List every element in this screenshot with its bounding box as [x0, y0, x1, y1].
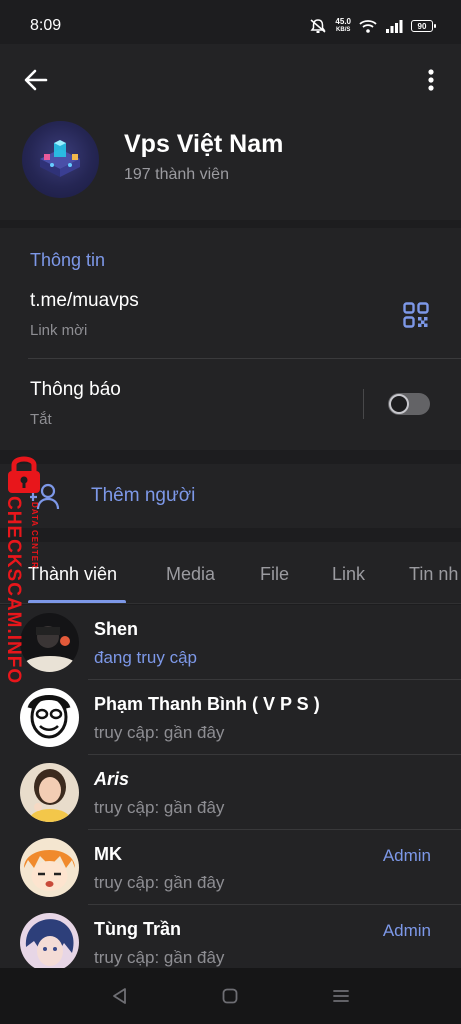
group-header: Vps Việt Nam 197 thành viên	[0, 44, 461, 220]
nav-menu-icon	[333, 990, 349, 1002]
member-name: Shen	[94, 619, 139, 639]
admin-badge: Admin	[382, 846, 431, 865]
invite-link[interactable]: t.me/muavps	[30, 290, 139, 312]
info-section: Thông tin t.me/muavps Link mời Thông báo…	[0, 228, 461, 450]
tab-media[interactable]: Media	[166, 564, 215, 585]
group-member-count: 197 thành viên	[124, 166, 229, 183]
signal-icon	[386, 20, 403, 33]
member-name: Phạm Thanh Bình ( V P S )	[94, 694, 320, 714]
qr-code-icon	[403, 302, 429, 328]
tab-messages[interactable]: Tin nh	[409, 564, 458, 585]
avatar	[20, 838, 79, 897]
nav-back-icon	[113, 988, 126, 1004]
member-status: truy cập: gần đây	[94, 948, 225, 967]
back-button[interactable]	[20, 64, 52, 96]
watermark-text: CHECKSCAM.INFO	[3, 496, 24, 685]
avatar	[20, 913, 79, 972]
add-member-label: Thêm người	[91, 485, 196, 506]
watermark-subtext: DATA CENTER	[30, 502, 39, 569]
group-avatar-image	[40, 140, 80, 177]
members-list: Shen đang truy cập Phạm Thanh Bình ( V P…	[0, 605, 461, 980]
network-speed: 45.0 KB/S	[335, 18, 351, 34]
avatar-image	[20, 688, 79, 747]
nav-home-icon	[222, 988, 238, 1004]
notifications-separator	[363, 389, 364, 419]
list-item[interactable]: Shen đang truy cập	[0, 605, 461, 680]
avatar-image	[20, 763, 79, 822]
notifications-state: Tắt	[30, 411, 52, 428]
member-name: Tùng Trần	[94, 919, 181, 939]
toggle-knob	[389, 394, 409, 414]
system-navigation-bar	[0, 968, 461, 1024]
add-member-row[interactable]: Thêm người	[0, 464, 461, 528]
info-section-title: Thông tin	[30, 250, 106, 270]
notifications-label: Thông báo	[30, 379, 121, 400]
lock-icon	[8, 456, 40, 493]
group-title: Vps Việt Nam	[124, 130, 284, 158]
avatar	[20, 763, 79, 822]
nav-home-button[interactable]	[218, 984, 242, 1008]
battery-indicator: 90	[411, 20, 436, 32]
mute-icon	[310, 19, 326, 33]
member-status: truy cập: gần đây	[94, 798, 225, 817]
admin-badge: Admin	[382, 921, 431, 940]
back-arrow-icon	[24, 69, 48, 91]
avatar-image	[20, 913, 79, 972]
more-vertical-icon	[428, 69, 434, 91]
notifications-toggle[interactable]	[388, 393, 430, 415]
list-item[interactable]: Phạm Thanh Bình ( V P S ) truy cập: gần …	[0, 680, 461, 755]
group-avatar[interactable]	[22, 121, 99, 198]
avatar-image	[20, 838, 79, 897]
tab-links[interactable]: Link	[332, 564, 365, 585]
status-time: 8:09	[30, 17, 62, 34]
watermark: CHECKSCAM.INFO DATA CENTER	[0, 452, 48, 684]
member-status: truy cập: gần đây	[94, 873, 225, 892]
member-name: MK	[94, 844, 122, 864]
member-status: đang truy cập	[94, 648, 198, 667]
info-divider	[28, 358, 461, 359]
list-item[interactable]: MK truy cập: gần đây Admin	[0, 830, 461, 905]
member-status: truy cập: gần đây	[94, 723, 225, 742]
invite-link-caption: Link mời	[30, 322, 88, 339]
tab-files[interactable]: File	[260, 564, 289, 585]
status-bar: 8:09 45.0 KB/S 90	[0, 0, 461, 44]
nav-back-button[interactable]	[108, 984, 132, 1008]
list-item[interactable]: Aris truy cập: gần đây	[0, 755, 461, 830]
wifi-icon	[359, 20, 377, 33]
status-icons: 45.0 KB/S 90	[309, 16, 436, 36]
avatar	[20, 688, 79, 747]
speed-value: 45.0	[335, 17, 351, 26]
tab-bar: Thành viên Media File Link Tin nh	[0, 542, 461, 604]
speed-unit: KB/S	[336, 27, 351, 33]
qr-code-button[interactable]	[403, 302, 429, 328]
more-options-button[interactable]	[417, 64, 445, 96]
nav-menu-button[interactable]	[329, 984, 353, 1008]
member-name: Aris	[94, 769, 130, 789]
